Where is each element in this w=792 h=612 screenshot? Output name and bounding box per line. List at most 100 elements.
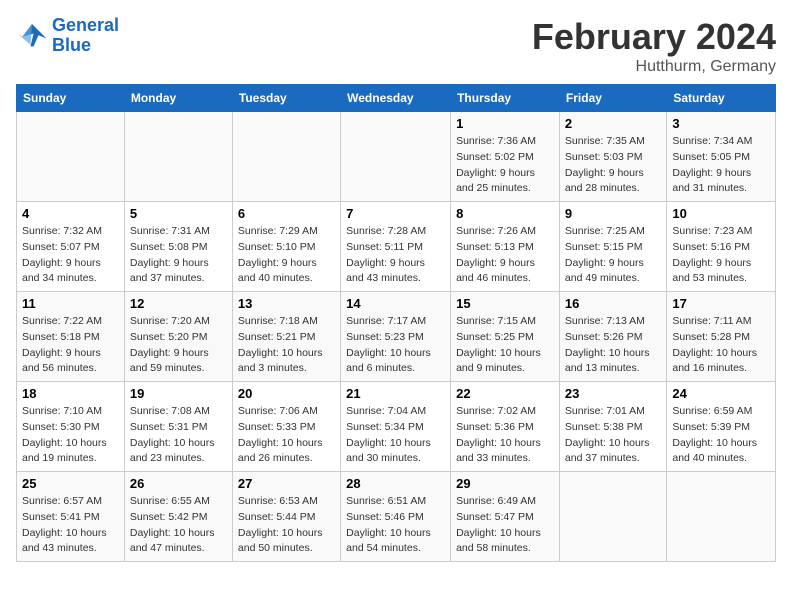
- day-info: Sunrise: 7:08 AM Sunset: 5:31 PM Dayligh…: [130, 404, 227, 467]
- page-header: General Blue February 2024 Hutthurm, Ger…: [16, 16, 776, 76]
- calendar-day-cell: 8 Sunrise: 7:26 AM Sunset: 5:13 PM Daylig…: [451, 202, 560, 292]
- day-info: Sunrise: 7:31 AM Sunset: 5:08 PM Dayligh…: [130, 224, 227, 287]
- calendar-day-cell: 26 Sunrise: 6:55 AM Sunset: 5:42 PM Dayli…: [124, 472, 232, 562]
- calendar-week-row: 4 Sunrise: 7:32 AM Sunset: 5:07 PM Daylig…: [17, 202, 776, 292]
- day-number: 20: [238, 386, 335, 401]
- day-number: 26: [130, 476, 227, 491]
- calendar-day-cell: 11Sunrise: 7:22 AM Sunset: 5:18 PM Dayli…: [17, 292, 125, 382]
- header-day-monday: Monday: [124, 85, 232, 112]
- day-info: Sunrise: 6:51 AM Sunset: 5:46 PM Dayligh…: [346, 494, 445, 557]
- day-number: 6: [238, 206, 335, 221]
- logo-general: General: [52, 15, 119, 35]
- day-info: Sunrise: 6:59 AM Sunset: 5:39 PM Dayligh…: [672, 404, 770, 467]
- calendar-day-cell: 21 Sunrise: 7:04 AM Sunset: 5:34 PM Dayli…: [341, 382, 451, 472]
- calendar-day-cell: 1 Sunrise: 7:36 AM Sunset: 5:02 PM Daylig…: [451, 112, 560, 202]
- day-number: 23: [565, 386, 661, 401]
- day-info: Sunrise: 7:02 AM Sunset: 5:36 PM Dayligh…: [456, 404, 554, 467]
- day-info: Sunrise: 7:15 AM Sunset: 5:25 PM Dayligh…: [456, 314, 554, 377]
- day-info: Sunrise: 6:55 AM Sunset: 5:42 PM Dayligh…: [130, 494, 227, 557]
- day-info: Sunrise: 7:34 AM Sunset: 5:05 PM Dayligh…: [672, 134, 770, 197]
- day-info: Sunrise: 7:11 AM Sunset: 5:28 PM Dayligh…: [672, 314, 770, 377]
- day-number: 8: [456, 206, 554, 221]
- day-number: 16: [565, 296, 661, 311]
- calendar-week-row: 18Sunrise: 7:10 AM Sunset: 5:30 PM Dayli…: [17, 382, 776, 472]
- day-info: Sunrise: 7:17 AM Sunset: 5:23 PM Dayligh…: [346, 314, 445, 377]
- day-info: Sunrise: 7:25 AM Sunset: 5:15 PM Dayligh…: [565, 224, 661, 287]
- calendar-day-cell: 18Sunrise: 7:10 AM Sunset: 5:30 PM Dayli…: [17, 382, 125, 472]
- day-info: Sunrise: 7:36 AM Sunset: 5:02 PM Dayligh…: [456, 134, 554, 197]
- day-info: Sunrise: 6:53 AM Sunset: 5:44 PM Dayligh…: [238, 494, 335, 557]
- calendar-day-cell: [17, 112, 125, 202]
- header-day-tuesday: Tuesday: [232, 85, 340, 112]
- day-info: Sunrise: 7:23 AM Sunset: 5:16 PM Dayligh…: [672, 224, 770, 287]
- calendar-day-cell: [232, 112, 340, 202]
- calendar-day-cell: 25 Sunrise: 6:57 AM Sunset: 5:41 PM Dayli…: [17, 472, 125, 562]
- calendar-day-cell: 16 Sunrise: 7:13 AM Sunset: 5:26 PM Dayli…: [559, 292, 666, 382]
- day-info: Sunrise: 7:06 AM Sunset: 5:33 PM Dayligh…: [238, 404, 335, 467]
- header-day-wednesday: Wednesday: [341, 85, 451, 112]
- calendar-day-cell: 10 Sunrise: 7:23 AM Sunset: 5:16 PM Dayli…: [667, 202, 776, 292]
- day-info: Sunrise: 7:29 AM Sunset: 5:10 PM Dayligh…: [238, 224, 335, 287]
- calendar-day-cell: 24Sunrise: 6:59 AM Sunset: 5:39 PM Dayli…: [667, 382, 776, 472]
- day-info: Sunrise: 7:32 AM Sunset: 5:07 PM Dayligh…: [22, 224, 119, 287]
- calendar-day-cell: 27 Sunrise: 6:53 AM Sunset: 5:44 PM Dayli…: [232, 472, 340, 562]
- header-day-thursday: Thursday: [451, 85, 560, 112]
- calendar-day-cell: 28 Sunrise: 6:51 AM Sunset: 5:46 PM Dayli…: [341, 472, 451, 562]
- day-number: 17: [672, 296, 770, 311]
- month-title: February 2024: [532, 16, 776, 58]
- day-info: Sunrise: 7:10 AM Sunset: 5:30 PM Dayligh…: [22, 404, 119, 467]
- calendar-day-cell: [124, 112, 232, 202]
- calendar-day-cell: 23 Sunrise: 7:01 AM Sunset: 5:38 PM Dayli…: [559, 382, 666, 472]
- calendar-week-row: 11Sunrise: 7:22 AM Sunset: 5:18 PM Dayli…: [17, 292, 776, 382]
- day-number: 28: [346, 476, 445, 491]
- day-number: 19: [130, 386, 227, 401]
- calendar-day-cell: 29 Sunrise: 6:49 AM Sunset: 5:47 PM Dayli…: [451, 472, 560, 562]
- day-info: Sunrise: 6:57 AM Sunset: 5:41 PM Dayligh…: [22, 494, 119, 557]
- day-number: 2: [565, 116, 661, 131]
- day-number: 7: [346, 206, 445, 221]
- calendar-day-cell: 20 Sunrise: 7:06 AM Sunset: 5:33 PM Dayli…: [232, 382, 340, 472]
- day-info: Sunrise: 7:26 AM Sunset: 5:13 PM Dayligh…: [456, 224, 554, 287]
- day-number: 5: [130, 206, 227, 221]
- day-number: 29: [456, 476, 554, 491]
- day-info: Sunrise: 7:04 AM Sunset: 5:34 PM Dayligh…: [346, 404, 445, 467]
- calendar-day-cell: 15 Sunrise: 7:15 AM Sunset: 5:25 PM Dayli…: [451, 292, 560, 382]
- header-day-sunday: Sunday: [17, 85, 125, 112]
- calendar-day-cell: 3 Sunrise: 7:34 AM Sunset: 5:05 PM Daylig…: [667, 112, 776, 202]
- header-day-saturday: Saturday: [667, 85, 776, 112]
- logo-icon: [16, 22, 48, 50]
- day-number: 13: [238, 296, 335, 311]
- calendar-day-cell: 6 Sunrise: 7:29 AM Sunset: 5:10 PM Daylig…: [232, 202, 340, 292]
- day-number: 25: [22, 476, 119, 491]
- day-number: 10: [672, 206, 770, 221]
- day-info: Sunrise: 7:28 AM Sunset: 5:11 PM Dayligh…: [346, 224, 445, 287]
- calendar-day-cell: 7 Sunrise: 7:28 AM Sunset: 5:11 PM Daylig…: [341, 202, 451, 292]
- title-block: February 2024 Hutthurm, Germany: [532, 16, 776, 76]
- day-number: 27: [238, 476, 335, 491]
- day-number: 3: [672, 116, 770, 131]
- day-number: 12: [130, 296, 227, 311]
- day-number: 4: [22, 206, 119, 221]
- day-info: Sunrise: 6:49 AM Sunset: 5:47 PM Dayligh…: [456, 494, 554, 557]
- day-number: 21: [346, 386, 445, 401]
- day-info: Sunrise: 7:20 AM Sunset: 5:20 PM Dayligh…: [130, 314, 227, 377]
- day-number: 22: [456, 386, 554, 401]
- location: Hutthurm, Germany: [532, 58, 776, 76]
- day-info: Sunrise: 7:13 AM Sunset: 5:26 PM Dayligh…: [565, 314, 661, 377]
- calendar-day-cell: 5 Sunrise: 7:31 AM Sunset: 5:08 PM Daylig…: [124, 202, 232, 292]
- calendar-day-cell: [667, 472, 776, 562]
- calendar-day-cell: 2Sunrise: 7:35 AM Sunset: 5:03 PM Daylig…: [559, 112, 666, 202]
- calendar-day-cell: [559, 472, 666, 562]
- day-number: 14: [346, 296, 445, 311]
- calendar-day-cell: [341, 112, 451, 202]
- calendar-day-cell: 13Sunrise: 7:18 AM Sunset: 5:21 PM Dayli…: [232, 292, 340, 382]
- day-number: 15: [456, 296, 554, 311]
- calendar-day-cell: 17 Sunrise: 7:11 AM Sunset: 5:28 PM Dayli…: [667, 292, 776, 382]
- day-number: 1: [456, 116, 554, 131]
- logo: General Blue: [16, 16, 119, 56]
- logo-blue: Blue: [52, 35, 91, 55]
- calendar-day-cell: 19 Sunrise: 7:08 AM Sunset: 5:31 PM Dayli…: [124, 382, 232, 472]
- day-info: Sunrise: 7:01 AM Sunset: 5:38 PM Dayligh…: [565, 404, 661, 467]
- day-number: 11: [22, 296, 119, 311]
- day-number: 9: [565, 206, 661, 221]
